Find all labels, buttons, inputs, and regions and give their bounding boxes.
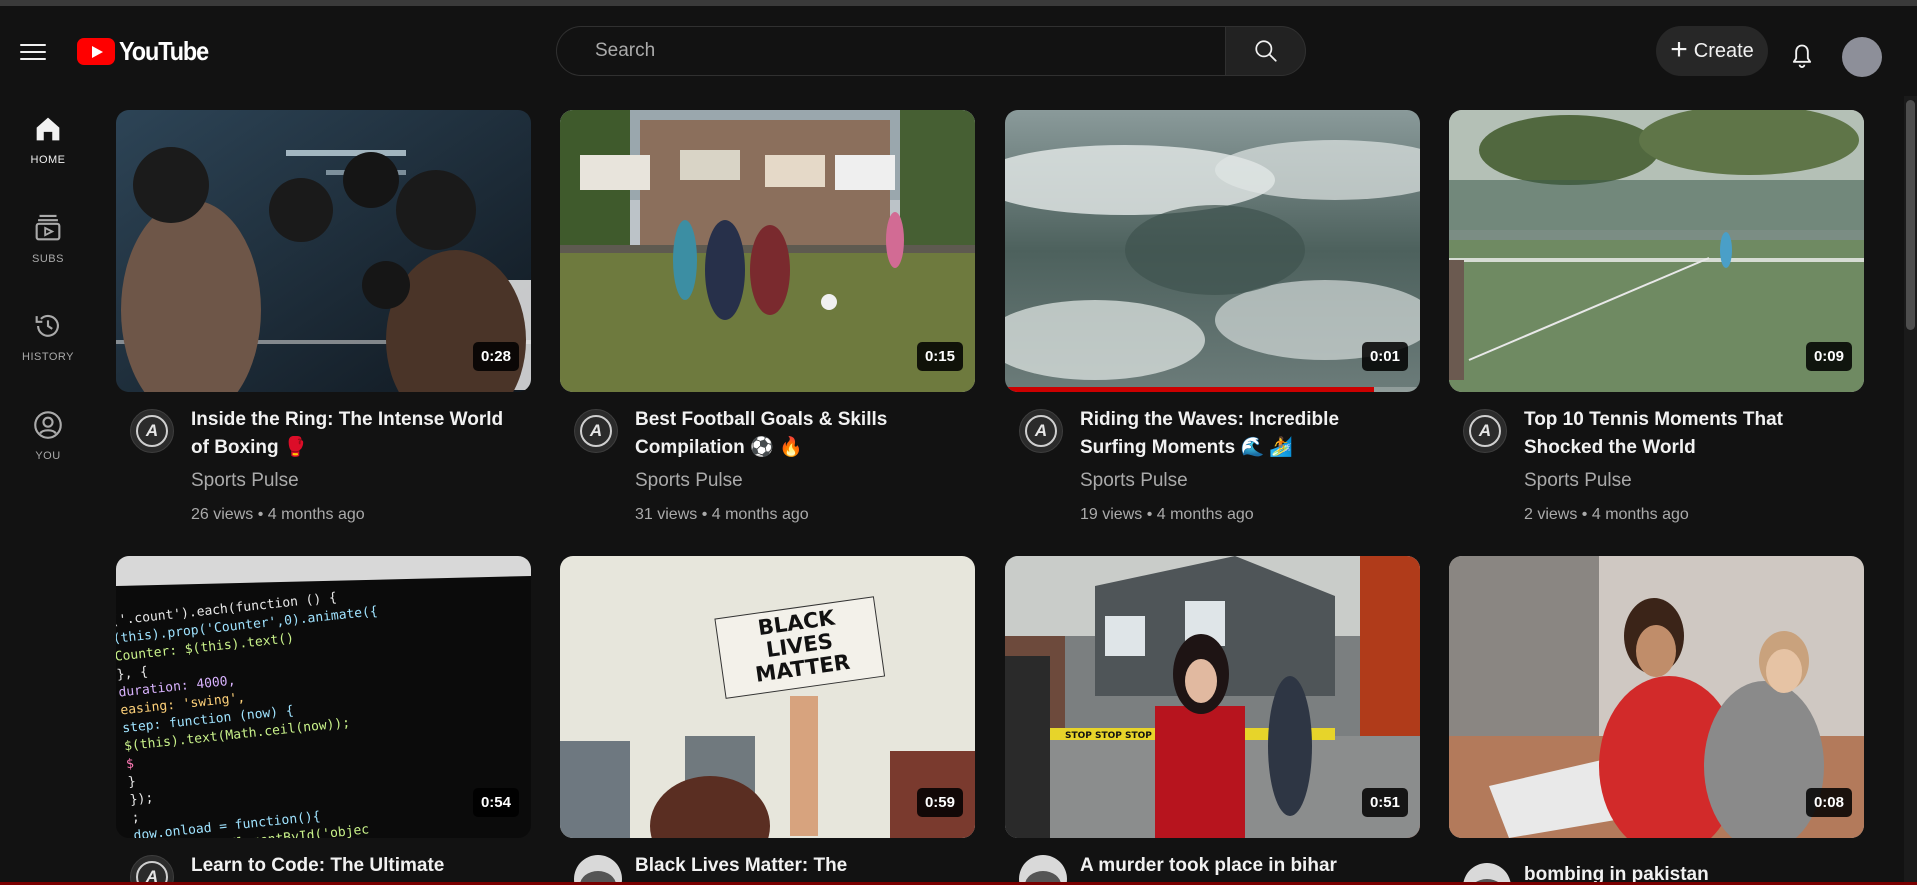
channel-avatar[interactable]: A <box>130 409 174 453</box>
video-meta: 2 views • 4 months ago <box>1524 506 1689 523</box>
video-title[interactable]: Riding the Waves: Incredible Surfing Mom… <box>1080 406 1410 462</box>
video-duration: 0:15 <box>916 342 963 371</box>
search-button[interactable] <box>1225 26 1306 76</box>
search-input[interactable] <box>556 26 1225 76</box>
video-title[interactable]: Learn to Code: The Ultimate <box>191 852 521 880</box>
video-thumbnail[interactable]: BLACK LIVES MATTER 0:59 <box>560 556 975 838</box>
video-thumbnail[interactable]: 0:28 <box>116 110 531 392</box>
channel-avatar[interactable]: A <box>1463 409 1507 453</box>
video-thumbnail[interactable]: 0:09 <box>1449 110 1864 392</box>
children-thumbnail-image <box>1449 556 1864 838</box>
code-line: } <box>127 774 136 790</box>
subscriptions-icon <box>35 214 61 241</box>
video-thumbnail[interactable]: 0:08 <box>1449 556 1864 838</box>
video-duration: 0:59 <box>916 788 963 817</box>
code-line: }); <box>129 791 154 808</box>
channel-avatar[interactable]: A <box>130 855 174 885</box>
video-duration: 0:01 <box>1361 342 1408 371</box>
page-scrollbar[interactable] <box>1904 96 1917 885</box>
masthead: YouTube + Create <box>0 6 1917 96</box>
police-tape-text: STOP STOP STOP <box>1065 731 1152 741</box>
news-reporter-thumbnail-image: STOP STOP STOP <box>1005 556 1420 838</box>
create-label: Create <box>1693 39 1754 62</box>
sidebar-item-subs[interactable]: SUBS <box>0 211 96 291</box>
waves-thumbnail-image <box>1005 110 1420 392</box>
sports-pulse-logo-icon: A <box>1469 415 1501 447</box>
code-line: ; <box>131 810 140 826</box>
video-meta: 26 views • 4 months ago <box>191 506 365 523</box>
channel-name[interactable]: Sports Pulse <box>191 470 299 492</box>
video-meta: 19 views • 4 months ago <box>1080 506 1254 523</box>
sidebar-item-label: YOU <box>35 450 61 462</box>
sports-pulse-logo-icon: A <box>580 415 612 447</box>
notifications-bell-icon[interactable] <box>1788 42 1816 70</box>
video-title[interactable]: A murder took place in bihar <box>1080 852 1410 880</box>
video-title[interactable]: Black Lives Matter: The <box>635 852 965 880</box>
sidebar-item-label: HISTORY <box>22 351 74 363</box>
create-button[interactable]: + Create <box>1656 26 1768 76</box>
video-duration: 0:08 <box>1805 788 1852 817</box>
channel-name[interactable]: Sports Pulse <box>1524 470 1632 492</box>
video-thumbnail[interactable]: STOP STOP STOP 0:51 <box>1005 556 1420 838</box>
channel-name[interactable]: Sports Pulse <box>1080 470 1188 492</box>
youtube-play-icon <box>77 38 115 65</box>
channel-name[interactable]: Sports Pulse <box>635 470 743 492</box>
search-icon <box>1254 40 1277 62</box>
sports-pulse-logo-icon: A <box>136 415 168 447</box>
sidebar-item-label: SUBS <box>32 253 64 265</box>
tennis-thumbnail-image <box>1449 110 1864 392</box>
watch-progress-bar <box>1005 387 1375 392</box>
channel-avatar-image <box>1019 855 1067 885</box>
channel-avatar[interactable]: A <box>574 409 618 453</box>
channel-avatar[interactable] <box>1019 855 1067 885</box>
channel-avatar-image <box>574 855 622 885</box>
channel-avatar[interactable]: A <box>1019 409 1063 453</box>
video-thumbnail[interactable]: 0:15 <box>560 110 975 392</box>
boxing-thumbnail-image <box>116 110 531 392</box>
video-duration: 0:54 <box>472 788 519 817</box>
sidebar-item-home[interactable]: HOME <box>0 112 96 192</box>
sidebar-item-you[interactable]: YOU <box>0 408 96 488</box>
sidebar-item-label: HOME <box>30 154 66 166</box>
sidebar-item-history[interactable]: HISTORY <box>0 309 96 389</box>
football-thumbnail-image <box>560 110 975 392</box>
youtube-logo[interactable]: YouTube <box>77 36 218 67</box>
code-thumbnail-image: ('.count').each(function () {(this).prop… <box>116 556 531 838</box>
video-title[interactable]: Top 10 Tennis Moments That Shocked the W… <box>1524 406 1854 462</box>
logo-text: YouTube <box>119 36 209 66</box>
account-avatar[interactable] <box>1842 37 1882 77</box>
search-bar <box>556 26 1306 76</box>
video-title[interactable]: Inside the Ring: The Intense World of Bo… <box>191 406 521 462</box>
history-icon <box>35 314 59 337</box>
channel-avatar[interactable] <box>574 855 622 885</box>
video-thumbnail[interactable]: 0:01 <box>1005 110 1420 392</box>
video-duration: 0:09 <box>1805 342 1852 371</box>
protest-thumbnail-image: BLACK LIVES MATTER <box>560 556 975 838</box>
menu-icon[interactable] <box>20 44 46 64</box>
home-icon <box>36 117 60 141</box>
video-meta: 31 views • 4 months ago <box>635 506 809 523</box>
video-duration: 0:51 <box>1361 788 1408 817</box>
video-title[interactable]: Best Football Goals & Skills Compilation… <box>635 406 965 462</box>
sports-pulse-logo-icon: A <box>1025 415 1057 447</box>
plus-icon: + <box>1670 33 1688 66</box>
video-duration: 0:28 <box>472 342 519 371</box>
account-icon <box>34 411 62 439</box>
video-thumbnail[interactable]: ('.count').each(function () {(this).prop… <box>116 556 531 838</box>
scrollbar-thumb[interactable] <box>1906 100 1915 330</box>
